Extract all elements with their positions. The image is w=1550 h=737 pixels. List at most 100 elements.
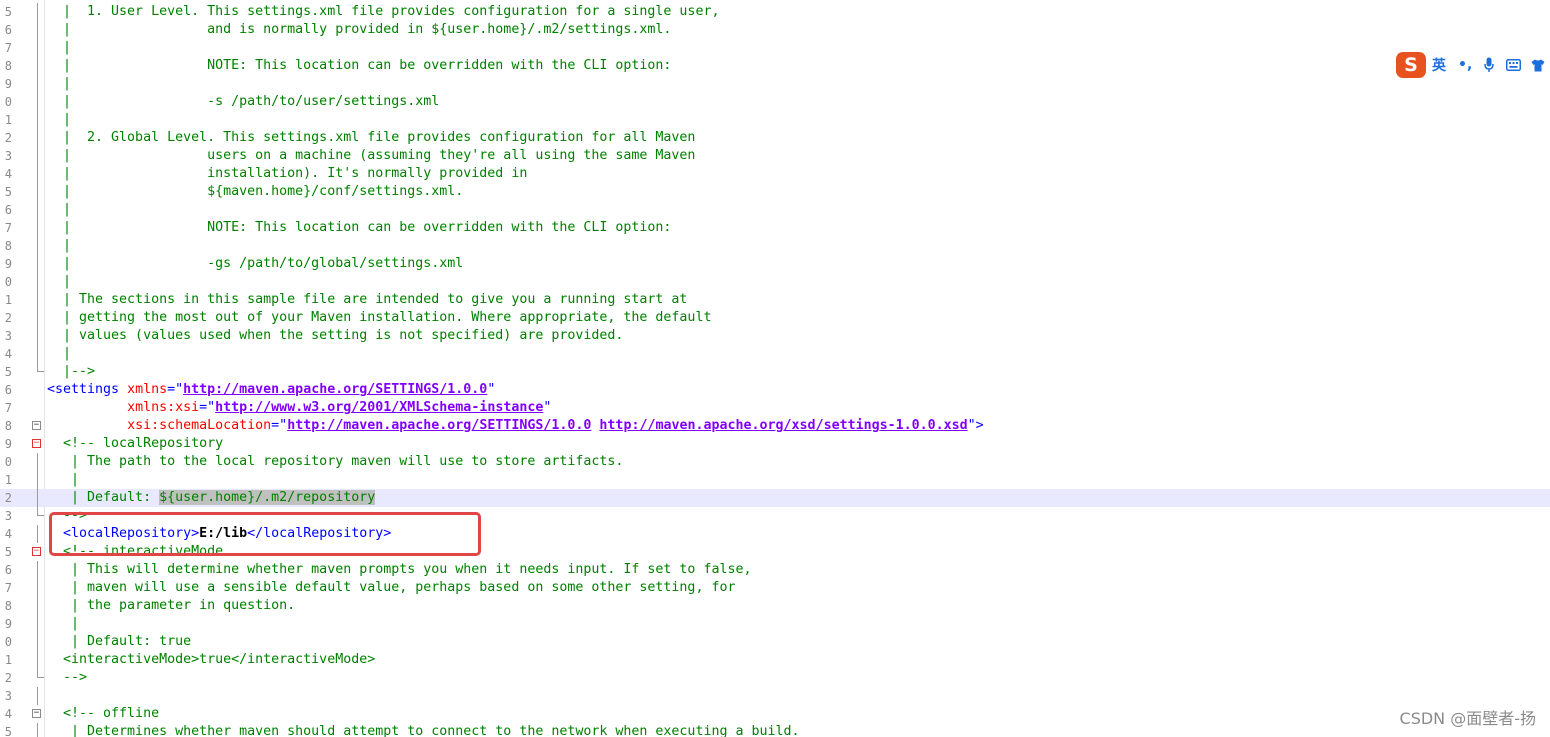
code-line[interactable]: 0 |	[0, 273, 1550, 291]
keyboard-icon[interactable]	[1506, 59, 1522, 71]
line-number: 4	[4, 707, 12, 721]
line-number: 1	[4, 653, 12, 667]
fold-guide	[37, 183, 38, 201]
fold-guide	[37, 39, 38, 57]
fold-guide	[37, 93, 38, 111]
code-line[interactable]: 8 | NOTE: This location can be overridde…	[0, 57, 1550, 75]
fold-guide	[37, 21, 38, 39]
fold-guide	[37, 291, 38, 309]
fold-guide	[37, 327, 38, 345]
code-line[interactable]: 7 xmlns:xsi="http://www.w3.org/2001/XMLS…	[0, 399, 1550, 417]
code-line[interactable]: 4 − <!-- offline	[0, 705, 1550, 723]
code-line[interactable]: 8 − xsi:schemaLocation="http://maven.apac…	[0, 417, 1550, 435]
line-number: 4	[4, 167, 12, 181]
line-number: 8	[4, 59, 12, 73]
line-number: 8	[4, 419, 12, 433]
code-line[interactable]: 0 | Default: true	[0, 633, 1550, 651]
code-text: | The path to the local repository maven…	[47, 454, 624, 469]
fold-toggle-icon[interactable]: −	[32, 439, 41, 448]
code-text: |-->	[47, 364, 96, 379]
fold-toggle-icon[interactable]: −	[32, 547, 41, 556]
line-number: 3	[4, 689, 12, 703]
code-line[interactable]: 1 |	[0, 471, 1550, 489]
code-text: | the parameter in question.	[47, 598, 296, 613]
code-line[interactable]: 5 |-->	[0, 363, 1550, 381]
fold-guide	[37, 579, 38, 597]
code-line[interactable]: 7 |	[0, 39, 1550, 57]
code-text: | Default: ${user.home}/.m2/repository	[47, 490, 376, 505]
line-number: 3	[4, 149, 12, 163]
code-line[interactable]: 5 | ${maven.home}/conf/settings.xml.	[0, 183, 1550, 201]
code-line[interactable]: 7 | NOTE: This location can be overridde…	[0, 219, 1550, 237]
ime-language-toggle[interactable]: 英	[1432, 55, 1446, 75]
code-text: |	[47, 616, 80, 631]
code-line[interactable]: 7 | maven will use a sensible default va…	[0, 579, 1550, 597]
code-text: xmlns:xsi="http://www.w3.org/2001/XMLSch…	[127, 400, 552, 415]
code-line[interactable]: 0 | The path to the local repository mav…	[0, 453, 1550, 471]
code-text: | 1. User Level. This settings.xml file …	[47, 4, 720, 19]
code-line[interactable]: 4 |	[0, 345, 1550, 363]
code-text: | This will determine whether maven prom…	[47, 562, 752, 577]
code-text: | 2. Global Level. This settings.xml fil…	[47, 130, 696, 145]
code-line[interactable]: 0 | -s /path/to/user/settings.xml	[0, 93, 1550, 111]
fold-guide	[37, 309, 38, 327]
fold-guide	[37, 687, 38, 705]
highlight-annotation-box	[49, 512, 481, 556]
code-line[interactable]: 9 − <!-- localRepository	[0, 435, 1550, 453]
code-text: xsi:schemaLocation="http://maven.apache.…	[127, 418, 984, 433]
fold-guide	[37, 525, 38, 543]
code-line[interactable]: 3 | values (values used when the setting…	[0, 327, 1550, 345]
code-line[interactable]: 2 -->	[0, 669, 1550, 687]
code-text: | maven will use a sensible default valu…	[47, 580, 736, 595]
line-number: 5	[4, 185, 12, 199]
line-number: 0	[4, 95, 12, 109]
code-line[interactable]: 9 | -gs /path/to/global/settings.xml	[0, 255, 1550, 273]
line-number: 9	[4, 437, 12, 451]
fold-guide	[37, 3, 38, 21]
code-text: -->	[47, 670, 88, 685]
ime-toolbar[interactable]: S 英 •,	[1396, 51, 1548, 79]
line-number: 9	[4, 257, 12, 271]
code-line[interactable]: 8 |	[0, 237, 1550, 255]
code-text: | -gs /path/to/global/settings.xml	[47, 256, 464, 271]
line-number: 3	[4, 329, 12, 343]
code-line[interactable]: 2 | Default: ${user.home}/.m2/repository	[0, 489, 1550, 507]
code-line[interactable]: 6 |	[0, 201, 1550, 219]
line-number: 2	[4, 311, 12, 325]
fold-guide	[37, 201, 38, 219]
code-line[interactable]: 2 | getting the most out of your Maven i…	[0, 309, 1550, 327]
line-number: 4	[4, 527, 12, 541]
fold-guide	[37, 723, 38, 737]
fold-guide	[37, 75, 38, 93]
sogou-logo-icon[interactable]: S	[1396, 52, 1426, 78]
ime-punctuation-toggle[interactable]: •,	[1458, 57, 1472, 73]
line-number: 1	[4, 473, 12, 487]
code-text: | installation). It's normally provided …	[47, 166, 528, 181]
code-line[interactable]: 9 |	[0, 615, 1550, 633]
microphone-icon[interactable]	[1484, 57, 1495, 73]
fold-toggle-icon[interactable]: −	[32, 421, 41, 430]
code-line[interactable]: 5 | Determines whether maven should atte…	[0, 723, 1550, 737]
shirt-icon[interactable]	[1531, 59, 1545, 72]
code-line[interactable]: 5 | 1. User Level. This settings.xml fil…	[0, 3, 1550, 21]
code-line[interactable]: 1 <interactiveMode>true</interactiveMode…	[0, 651, 1550, 669]
fold-guide	[37, 471, 38, 489]
code-line[interactable]: 4 | installation). It's normally provide…	[0, 165, 1550, 183]
line-number: 3	[4, 509, 12, 523]
code-text: | and is normally provided in ${user.hom…	[47, 22, 672, 37]
code-line[interactable]: 1 |	[0, 111, 1550, 129]
fold-guide	[37, 597, 38, 615]
code-line[interactable]: 1 | The sections in this sample file are…	[0, 291, 1550, 309]
code-line[interactable]: 8 | the parameter in question.	[0, 597, 1550, 615]
code-line[interactable]: 3 | users on a machine (assuming they're…	[0, 147, 1550, 165]
fold-toggle-icon[interactable]: −	[32, 709, 41, 718]
code-editor[interactable]: 5 | 1. User Level. This settings.xml fil…	[0, 0, 1550, 737]
line-number: 7	[4, 221, 12, 235]
code-line[interactable]: 6 | This will determine whether maven pr…	[0, 561, 1550, 579]
code-line[interactable]: 6 | and is normally provided in ${user.h…	[0, 21, 1550, 39]
code-text: |	[47, 112, 72, 127]
code-line[interactable]: 6 <settings xmlns="http://maven.apache.or…	[0, 381, 1550, 399]
code-line[interactable]: 2 | 2. Global Level. This settings.xml f…	[0, 129, 1550, 147]
code-line[interactable]: 9 |	[0, 75, 1550, 93]
code-line[interactable]: 3	[0, 687, 1550, 705]
